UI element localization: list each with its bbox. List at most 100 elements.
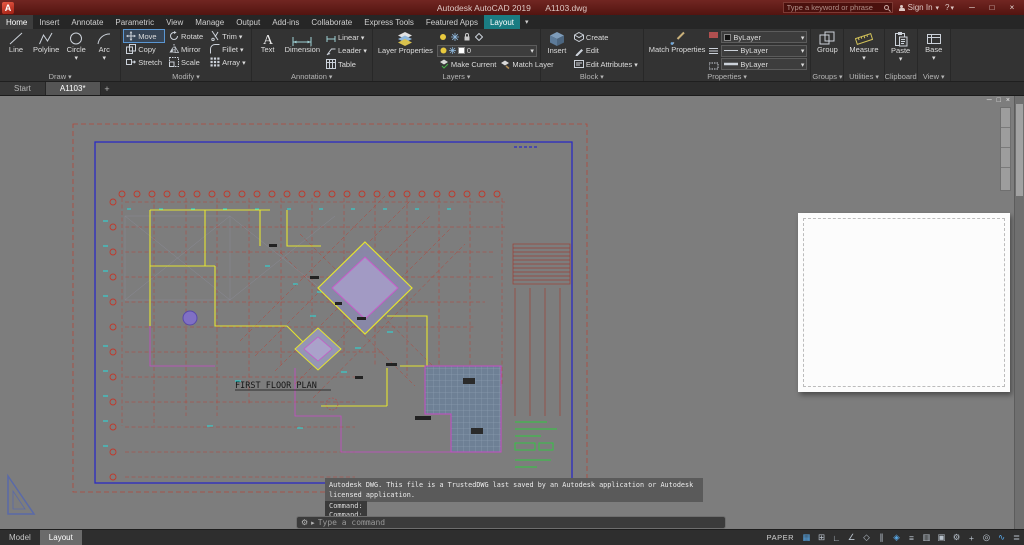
drawing-canvas[interactable]: FIRST FLOOR PLAN ─ □ × Autodesk DWG. Thi… — [0, 96, 1024, 529]
help-button[interactable]: ? — [945, 3, 954, 12]
clipboard-panel-label[interactable]: Clipboard — [885, 71, 917, 81]
customize-icon[interactable]: ⚙ — [301, 519, 308, 527]
leader-button[interactable]: Leader — [324, 45, 369, 57]
ribbon-tab-annotate[interactable]: Annotate — [65, 15, 109, 29]
grid-icon[interactable]: ▦ — [799, 530, 814, 545]
file-tab-document[interactable]: A1103* — [46, 82, 101, 95]
text-button[interactable]: A Text — [255, 30, 281, 71]
graphics-performance-icon[interactable]: ∿ — [994, 530, 1009, 545]
layers-panel-label[interactable]: Layers — [373, 71, 540, 81]
new-drawing-tab-button[interactable] — [101, 82, 114, 95]
circle-button[interactable]: Circle — [63, 30, 89, 71]
object-snap-tracking-icon[interactable]: ∥ — [874, 530, 889, 545]
color-dropdown[interactable]: ByLayer — [721, 31, 807, 43]
ribbon-tab-add-ins[interactable]: Add-ins — [266, 15, 305, 29]
navigation-bar[interactable] — [1000, 107, 1011, 191]
block-panel-label[interactable]: Block — [541, 71, 643, 81]
layout-tab[interactable]: Layout — [40, 530, 82, 545]
transparency-icon[interactable]: ▥ — [919, 530, 934, 545]
polyline-button[interactable]: Polyline — [31, 30, 61, 71]
ribbon-tab-view[interactable]: View — [160, 15, 189, 29]
polar-tracking-icon[interactable]: ∠ — [844, 530, 859, 545]
customization-icon[interactable]: ≣ — [1009, 530, 1024, 545]
ribbon-tab-parametric[interactable]: Parametric — [109, 15, 160, 29]
workspace-switching-icon[interactable]: ⚙ — [949, 530, 964, 545]
ribbon-tab-featured-apps[interactable]: Featured Apps — [420, 15, 484, 29]
space-indicator[interactable]: PAPER — [762, 533, 799, 542]
base-button[interactable]: Base — [921, 30, 947, 71]
doc-minimize-icon[interactable]: ─ — [987, 97, 992, 104]
search-input[interactable] — [787, 3, 884, 12]
rotate-button[interactable]: Rotate — [167, 30, 205, 42]
trim-button[interactable]: Trim — [208, 30, 247, 42]
doc-close-icon[interactable]: × — [1006, 97, 1010, 104]
linear-button[interactable]: Linear — [324, 31, 369, 43]
modify-panel-label[interactable]: Modify — [121, 71, 250, 81]
layer-off-icon[interactable] — [439, 33, 447, 41]
layer-properties-button[interactable]: Layer Properties — [376, 30, 435, 71]
selection-cycling-icon[interactable]: ▣ — [934, 530, 949, 545]
draw-panel-label[interactable]: Draw — [0, 71, 120, 81]
layer-dropdown[interactable]: 0 — [437, 45, 537, 57]
search-icon[interactable] — [884, 5, 889, 10]
object-color-icon[interactable] — [709, 31, 719, 39]
create-block-button[interactable]: Create — [572, 31, 640, 43]
ribbon-display-toggle[interactable] — [520, 15, 534, 29]
command-line[interactable]: ⚙ — [296, 516, 726, 529]
scrollbar-thumb[interactable] — [1016, 104, 1023, 196]
search-box[interactable] — [783, 2, 893, 13]
ortho-icon[interactable]: ∟ — [829, 530, 844, 545]
mirror-button[interactable]: Mirror — [167, 43, 205, 55]
layer-freeze-icon[interactable] — [451, 33, 459, 41]
close-button[interactable]: × — [1002, 1, 1022, 15]
doc-restore-icon[interactable]: □ — [997, 97, 1001, 104]
lineweight-icon[interactable]: ≡ — [904, 530, 919, 545]
lineweight-dropdown[interactable]: ByLayer — [721, 58, 807, 70]
ribbon-tab-layout[interactable]: Layout — [484, 15, 520, 29]
table-button[interactable]: Table — [324, 58, 369, 70]
object-snap-icon[interactable]: ◈ — [889, 530, 904, 545]
arc-button[interactable]: Arc — [91, 30, 117, 71]
copy-button[interactable]: Copy — [124, 43, 164, 55]
fillet-button[interactable]: Fillet — [208, 43, 247, 55]
maximize-button[interactable]: □ — [982, 1, 1002, 15]
list-icon[interactable] — [709, 47, 719, 55]
layer-isolate-icon[interactable] — [475, 33, 483, 41]
make-current-button[interactable]: Make Current — [437, 58, 498, 70]
isolate-objects-icon[interactable]: ◎ — [979, 530, 994, 545]
annotation-panel-label[interactable]: Annotation — [252, 71, 372, 81]
layer-lock-icon[interactable] — [463, 33, 471, 41]
array-button[interactable]: Array — [208, 56, 247, 68]
isodraft-icon[interactable]: ◇ — [859, 530, 874, 545]
model-tab[interactable]: Model — [0, 530, 40, 545]
edit-attributes-button[interactable]: Edit Attributes — [572, 58, 640, 70]
paste-button[interactable]: Paste — [888, 30, 914, 71]
snap-mode-icon[interactable]: ⊞ — [814, 530, 829, 545]
transparency-tool-icon[interactable] — [709, 62, 719, 70]
ribbon-tab-output[interactable]: Output — [230, 15, 266, 29]
sign-in-button[interactable]: Sign In — [899, 3, 939, 12]
ribbon-tab-collaborate[interactable]: Collaborate — [305, 15, 358, 29]
view-panel-label[interactable]: View — [918, 71, 950, 81]
utilities-panel-label[interactable]: Utilities — [844, 71, 883, 81]
match-properties-button[interactable]: Match Properties — [647, 30, 708, 71]
ribbon-tab-home[interactable]: Home — [0, 15, 33, 29]
application-menu-button[interactable]: A — [2, 2, 14, 14]
groups-panel-label[interactable]: Groups — [811, 71, 843, 81]
ribbon-tab-express-tools[interactable]: Express Tools — [358, 15, 420, 29]
scale-button[interactable]: Scale — [167, 56, 205, 68]
minimize-button[interactable]: ─ — [962, 1, 982, 15]
move-button[interactable]: Move — [124, 30, 164, 42]
edit-block-button[interactable]: Edit — [572, 45, 640, 57]
dimension-button[interactable]: Dimension — [283, 30, 322, 71]
file-tab-start[interactable]: Start — [0, 82, 46, 95]
annotation-monitor-icon[interactable]: + — [964, 530, 979, 545]
linetype-dropdown[interactable]: ByLayer — [721, 45, 807, 57]
group-button[interactable]: Group — [814, 30, 840, 71]
recent-commands-icon[interactable] — [311, 519, 315, 527]
properties-panel-label[interactable]: Properties — [644, 71, 811, 81]
command-input[interactable] — [318, 518, 721, 527]
measure-button[interactable]: Measure — [847, 30, 880, 71]
stretch-button[interactable]: Stretch — [124, 56, 164, 68]
line-button[interactable]: Line — [3, 30, 29, 71]
